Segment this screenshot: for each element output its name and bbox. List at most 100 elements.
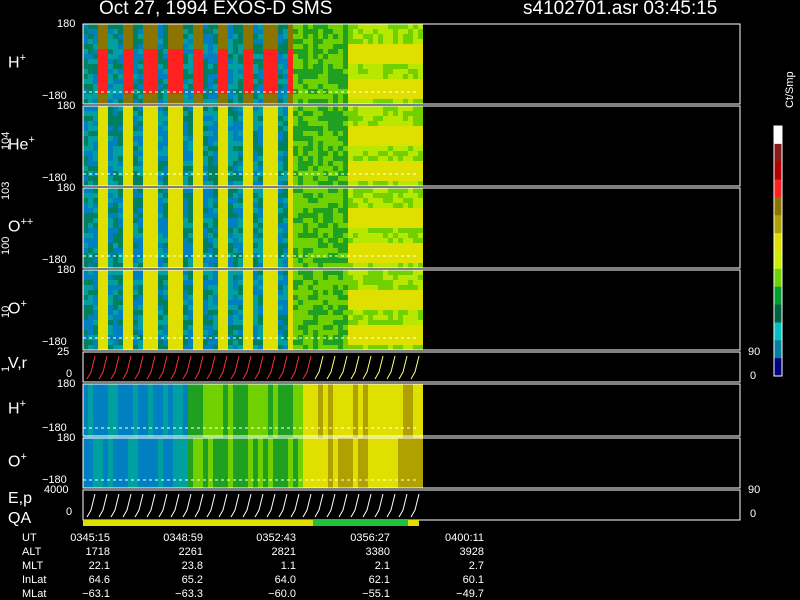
o-plusplus-cell — [168, 218, 173, 223]
he-plus-cell — [338, 116, 343, 121]
o-plus-cell — [318, 275, 323, 280]
he-plus-cell — [223, 176, 228, 181]
o-plus-cell — [288, 290, 293, 295]
h-plus-cell — [283, 34, 288, 39]
h-plus-cell — [363, 29, 368, 34]
o-plus-cell — [388, 325, 393, 330]
he-plus-cell — [203, 116, 208, 121]
he-plus-cell — [373, 106, 378, 111]
o-plus-cell — [318, 330, 323, 335]
o-plusplus-cell — [393, 188, 398, 193]
h-plus-2-cell — [88, 389, 93, 394]
o-plus-cell — [153, 330, 158, 335]
he-plus-cell — [193, 156, 198, 161]
h-plus-cell — [403, 49, 408, 54]
o-plus-cell — [218, 275, 223, 280]
h-plus-cell — [238, 59, 243, 64]
he-plus-cell — [233, 176, 238, 181]
he-plus-cell — [108, 106, 113, 111]
o-plusplus-cell — [298, 213, 303, 218]
h-plus-cell — [383, 39, 388, 44]
h-plus-cell — [133, 49, 138, 54]
o-plusplus-cell — [123, 248, 128, 253]
he-plus-cell — [283, 136, 288, 141]
h-plus-2-cell — [108, 429, 113, 434]
o-plusplus-cell — [268, 208, 273, 213]
h-plus-2-cell — [253, 404, 258, 409]
h-plus-cell — [288, 99, 293, 104]
h-plus-2-cell — [168, 394, 173, 399]
o-plusplus-cell — [328, 243, 333, 248]
he-plus-cell — [323, 141, 328, 146]
o-plus-cell — [213, 295, 218, 300]
he-plus-cell — [108, 151, 113, 156]
h-plus-cell — [253, 74, 258, 79]
vr-trace — [398, 355, 408, 380]
h-plus-cell — [128, 24, 133, 29]
he-plus-cell — [388, 181, 393, 186]
o-plusplus-cell — [263, 198, 268, 203]
he-plus-cell — [323, 106, 328, 111]
o-plusplus-cell — [113, 243, 118, 248]
o-plusplus-cell — [128, 193, 133, 198]
he-plus-cell — [403, 166, 408, 171]
h-plus-cell — [248, 54, 253, 59]
h-plus-2-cell — [213, 414, 218, 419]
he-plus-cell — [118, 151, 123, 156]
he-plus-cell — [228, 131, 233, 136]
he-plus-cell — [353, 121, 358, 126]
he-plus-cell — [163, 146, 168, 151]
h-plus-cell — [273, 59, 278, 64]
he-plus-cell — [253, 106, 258, 111]
o-plusplus-cell — [88, 198, 93, 203]
h-plus-2-cell — [278, 394, 283, 399]
he-plus-cell — [418, 166, 423, 171]
he-plus-cell — [333, 136, 338, 141]
vr-trace — [230, 355, 240, 380]
o-plus-cell — [208, 330, 213, 335]
h-plus-cell — [233, 99, 238, 104]
o-plus-cell — [368, 310, 373, 315]
he-plus-cell — [118, 141, 123, 146]
h-plus-cell — [133, 59, 138, 64]
o-plusplus-cell — [273, 263, 278, 268]
he-plus-cell — [403, 161, 408, 166]
he-plus-cell — [328, 176, 333, 181]
o-plusplus-cell — [363, 188, 368, 193]
he-plus-cell — [138, 116, 143, 121]
o-plusplus-cell — [88, 228, 93, 233]
h-plus-cell — [318, 44, 323, 49]
o-plusplus-cell — [153, 203, 158, 208]
o-plusplus-cell — [353, 198, 358, 203]
h-plus-2-cell — [283, 409, 288, 414]
he-plus-cell — [313, 111, 318, 116]
o-plusplus-cell — [198, 233, 203, 238]
o-plus-cell — [148, 330, 153, 335]
o-plusplus-cell — [173, 243, 178, 248]
o-plus-cell — [163, 305, 168, 310]
o-plus-cell — [288, 305, 293, 310]
h-plus-2-cell — [318, 399, 323, 404]
h-plus-cell — [208, 74, 213, 79]
h-plus-2-cell — [188, 404, 193, 409]
h-plus-cell — [258, 29, 263, 34]
h-plus-2-cell — [208, 419, 213, 424]
o-plus-cell — [418, 330, 423, 335]
o-plusplus-cell — [313, 223, 318, 228]
h-plus-2-cell — [213, 404, 218, 409]
he-plus-cell — [288, 121, 293, 126]
he-plus-cell — [213, 116, 218, 121]
o-plusplus-cell — [253, 228, 258, 233]
he-plus-cell — [113, 151, 118, 156]
h-plus-cell — [163, 59, 168, 64]
h-plus-2-cell — [273, 394, 278, 399]
he-plus-cell — [408, 136, 413, 141]
o-plusplus-cell — [388, 228, 393, 233]
h-plus-cell — [418, 24, 423, 29]
o-plus-cell — [333, 280, 338, 285]
o-plus-cell — [93, 330, 98, 335]
h-plus-2-cell — [293, 384, 298, 389]
o-plusplus-cell — [283, 203, 288, 208]
he-plus-cell — [313, 121, 318, 126]
o-plusplus-cell — [328, 233, 333, 238]
